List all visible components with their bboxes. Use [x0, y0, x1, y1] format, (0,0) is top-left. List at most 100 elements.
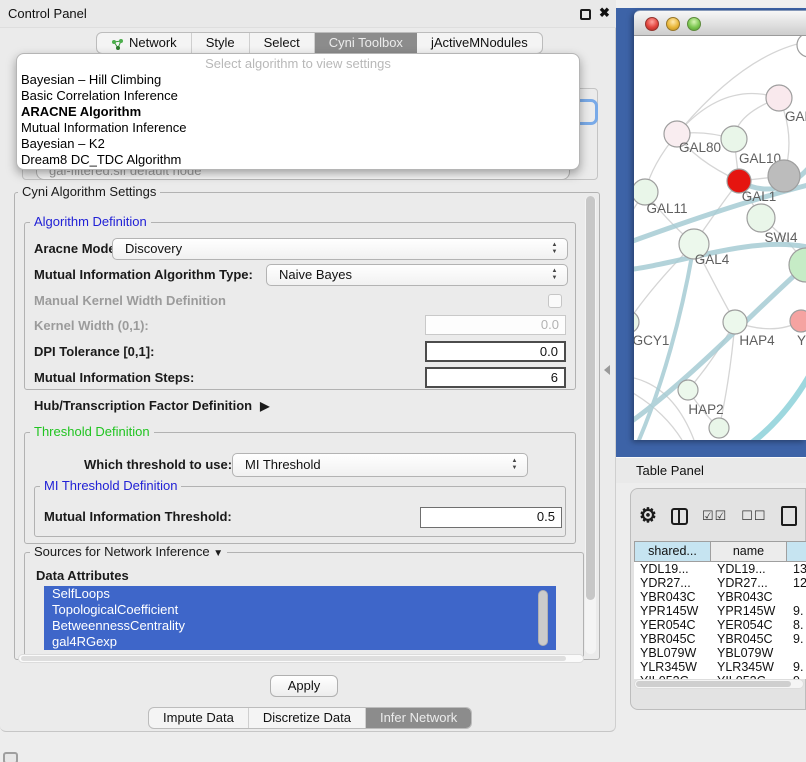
tab-network[interactable]: Network — [97, 33, 192, 53]
gear-icon[interactable]: ⚙ — [639, 503, 657, 529]
network-window-titlebar[interactable] — [634, 10, 806, 36]
table-row[interactable]: YER054CYER054C8. — [634, 618, 806, 632]
node[interactable] — [768, 160, 800, 192]
dropdown-item-basic-correlation-inference[interactable]: Basic Correlation Inference — [17, 88, 579, 104]
scrollbar-thumb[interactable] — [21, 656, 566, 661]
node-label-y: Y — [797, 333, 806, 348]
dropdown-item-bayesian-hill-climbing[interactable]: Bayesian – Hill Climbing — [17, 72, 579, 88]
tab-select[interactable]: Select — [250, 33, 315, 53]
node-label-swi4: SWI4 — [764, 230, 797, 245]
tab-label: Impute Data — [163, 708, 234, 728]
settings-vertical-scrollbar[interactable] — [585, 196, 596, 654]
hub-definition-label: Hub/Transcription Factor Definition — [34, 398, 252, 413]
node-gcy1[interactable] — [634, 311, 639, 333]
table-row[interactable]: YBR043CYBR043C — [634, 590, 806, 604]
settings-horizontal-scrollbar[interactable] — [18, 654, 584, 663]
data-attributes-list[interactable]: SelfLoopsTopologicalCoefficientBetweenne… — [44, 586, 556, 650]
tab-label: jActiveMNodules — [431, 33, 528, 53]
columns-icon[interactable] — [671, 508, 688, 525]
which-threshold-select[interactable]: MI Threshold ▲▼ — [232, 453, 528, 477]
mi-threshold-field[interactable]: 0.5 — [420, 507, 562, 528]
table-row[interactable]: YBL079WYBL079W — [634, 646, 806, 660]
aracne-mode-select[interactable]: Discovery ▲▼ — [112, 238, 568, 260]
toolbar-strip — [616, 0, 806, 8]
document-icon[interactable] — [781, 506, 797, 526]
node-hap2[interactable] — [678, 380, 698, 400]
scrollbar-thumb[interactable] — [636, 681, 791, 687]
mi-type-value: Naive Bayes — [279, 267, 352, 282]
control-panel-tabbar: Network Style Select Cyni Toolbox jActiveMNo… — [96, 32, 543, 54]
node-gal10[interactable] — [721, 126, 747, 152]
column-header-a[interactable]: A — [787, 541, 806, 562]
manual-kernel-label: Manual Kernel Width Definition — [34, 290, 226, 312]
table-cell: YPR145W — [711, 604, 787, 618]
tab-style[interactable]: Style — [192, 33, 250, 53]
tab-discretize-data[interactable]: Discretize Data — [249, 708, 366, 728]
mi-steps-label: Mutual Information Steps: — [34, 367, 194, 389]
table-cell: YBR045C — [634, 632, 711, 646]
table-cell: YPR145W — [634, 604, 711, 618]
table-cell: YDR27... — [634, 576, 711, 590]
tab-label: Select — [264, 33, 300, 53]
kernel-width-label: Kernel Width (0,1): — [34, 315, 149, 337]
dropdown-item-dream8-dc-tdc-algorithm[interactable]: Dream8 DC_TDC Algorithm — [17, 152, 579, 168]
scrollbar-thumb[interactable] — [586, 196, 595, 600]
zoom-traffic-light-icon[interactable] — [687, 17, 701, 31]
hub-definition-toggle[interactable]: Hub/Transcription Factor Definition▶ — [34, 396, 269, 416]
node[interactable] — [797, 36, 806, 57]
table-panel-title: Table Panel — [636, 458, 704, 484]
control-panel-titlebar: Control Panel ✖ — [0, 0, 616, 28]
mi-type-select[interactable]: Naive Bayes ▲▼ — [266, 264, 568, 286]
algorithm-definition-title: Algorithm Definition — [30, 215, 151, 229]
column-header-shared-[interactable]: shared... — [634, 541, 711, 562]
apply-button[interactable]: Apply — [270, 675, 338, 697]
chevron-down-icon: ▼ — [213, 548, 223, 559]
sources-title[interactable]: Sources for Network Inference ▼ — [30, 545, 227, 561]
kernel-width-field[interactable]: 0.0 — [425, 315, 566, 335]
table-cell: YLR345W — [634, 660, 711, 674]
tab-cyni-toolbox[interactable]: Cyni Toolbox — [315, 33, 417, 53]
list-scrollbar-thumb[interactable] — [538, 590, 548, 646]
float-window-icon[interactable] — [580, 9, 591, 20]
node-label-hap2: HAP2 — [688, 402, 723, 417]
mi-type-label: Mutual Information Algorithm Type: — [34, 264, 253, 286]
cyni-settings-title: Cyni Algorithm Settings — [18, 185, 160, 199]
table-row[interactable]: YDL19...YDL19...13 — [634, 562, 806, 576]
attribute-item-betweennesscentrality[interactable]: BetweennessCentrality — [44, 618, 556, 634]
node-y[interactable] — [790, 310, 806, 332]
table-row[interactable]: YPR145WYPR145W9. — [634, 604, 806, 618]
node-hap4[interactable] — [723, 310, 747, 334]
dpi-tolerance-field[interactable]: 0.0 — [425, 341, 566, 362]
node-gal7[interactable] — [766, 85, 792, 111]
dropdown-item-mutual-information-inference[interactable]: Mutual Information Inference — [17, 120, 579, 136]
application-canvas: Control Panel ✖ Network Style Select Cyni T… — [0, 0, 806, 762]
node[interactable] — [747, 204, 775, 232]
unchecked-pair-icon[interactable]: ☐☐ — [741, 508, 766, 524]
dropdown-item-aracne-algorithm[interactable]: ARACNE Algorithm — [17, 104, 579, 120]
mi-steps-field[interactable]: 6 — [425, 367, 566, 388]
table-row[interactable]: YDR27...YDR27...12 — [634, 576, 806, 590]
close-traffic-light-icon[interactable] — [645, 17, 659, 31]
dropdown-item-bayesian-k2[interactable]: Bayesian – K2 — [17, 136, 579, 152]
column-header-name[interactable]: name — [711, 541, 787, 562]
tab-jactivemnodules[interactable]: jActiveMNodules — [417, 33, 542, 53]
spinner-arrows-icon: ▲▼ — [550, 242, 559, 256]
tab-label: Style — [206, 33, 235, 53]
attribute-item-selfloops[interactable]: SelfLoops — [44, 586, 556, 602]
table-row[interactable]: YBR045CYBR045C9. — [634, 632, 806, 646]
manual-kernel-checkbox[interactable] — [548, 294, 562, 308]
tab-impute-data[interactable]: Impute Data — [149, 708, 249, 728]
table-row[interactable]: YLR345WYLR345W9. — [634, 660, 806, 674]
node[interactable] — [709, 418, 729, 438]
close-icon[interactable]: ✖ — [599, 5, 610, 21]
tab-infer-network[interactable]: Infer Network — [366, 708, 471, 728]
mi-threshold-title: MI Threshold Definition — [40, 479, 181, 493]
network-canvas[interactable]: GAL7GAL80GAL10GAL1GAL11SWI4GAL4GCY1HAP4Y… — [634, 36, 806, 440]
checked-pair-icon[interactable]: ☑☑ — [702, 508, 727, 524]
split-collapse-arrow-icon[interactable] — [604, 365, 610, 375]
minimized-panel-button[interactable] — [3, 752, 18, 762]
table-horizontal-scrollbar[interactable] — [634, 679, 804, 689]
attribute-item-topologicalcoefficient[interactable]: TopologicalCoefficient — [44, 602, 556, 618]
attribute-item-gal4rgexp[interactable]: gal4RGexp — [44, 634, 556, 650]
minimize-traffic-light-icon[interactable] — [666, 17, 680, 31]
